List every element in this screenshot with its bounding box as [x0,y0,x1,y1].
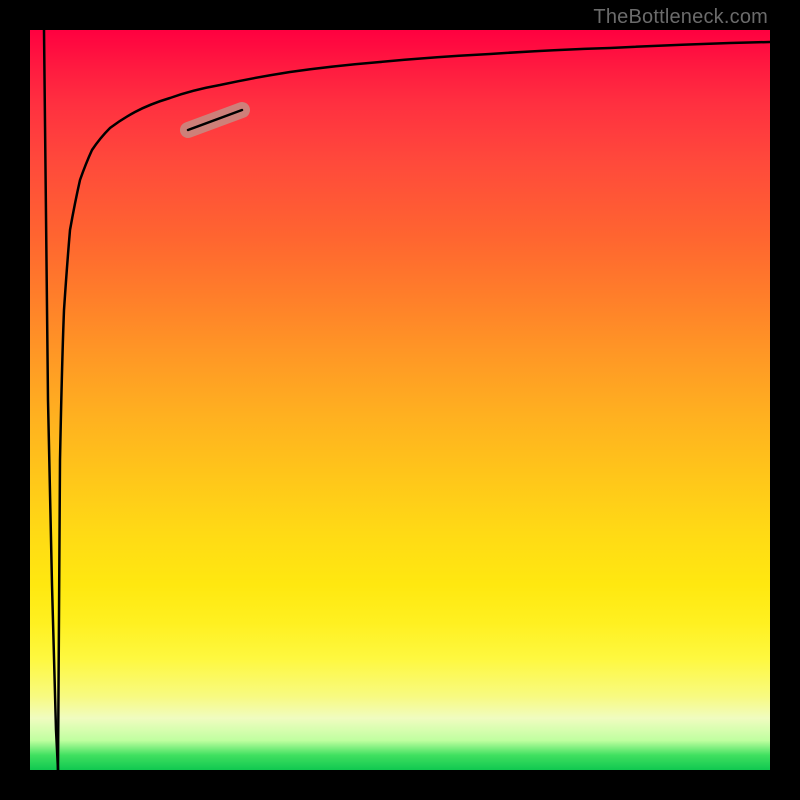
plot-area [30,30,770,770]
chart-frame: TheBottleneck.com [0,0,800,800]
watermark-text: TheBottleneck.com [593,6,768,29]
heatmap-gradient-background [30,30,770,770]
